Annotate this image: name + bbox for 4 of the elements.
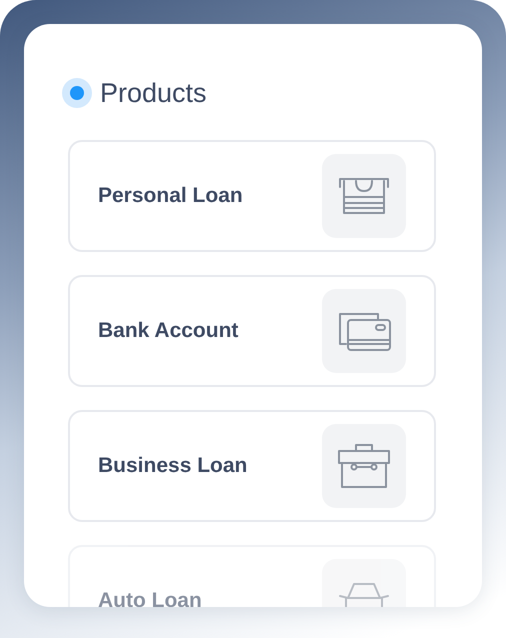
section-title: Products xyxy=(100,80,207,106)
product-item[interactable]: Bank Account xyxy=(68,275,436,387)
product-item[interactable]: Business Loan xyxy=(68,410,436,522)
product-item[interactable]: Personal Loan xyxy=(68,140,436,252)
